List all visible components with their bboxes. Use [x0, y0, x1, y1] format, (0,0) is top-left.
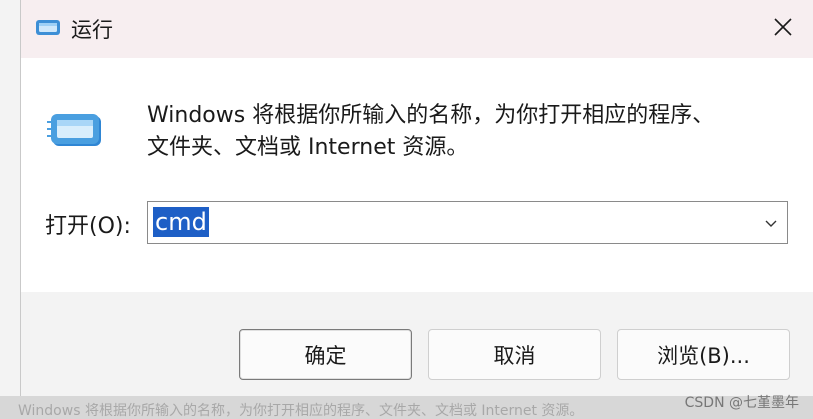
- run-icon: [47, 110, 107, 154]
- button-footer: 确定 取消 浏览(B)...: [21, 292, 813, 396]
- description-line: 文件夹、文档或 Internet 资源。: [147, 135, 469, 160]
- command-input-value[interactable]: cmd: [153, 207, 209, 237]
- chevron-down-icon[interactable]: [763, 215, 779, 231]
- background-window-edge: [0, 0, 20, 419]
- open-label: 打开(O):: [45, 214, 131, 239]
- browse-button[interactable]: 浏览(B)...: [617, 329, 790, 380]
- ok-button[interactable]: 确定: [239, 329, 412, 380]
- title-bar[interactable]: 运行: [21, 0, 813, 58]
- csdn-watermark: CSDN @七堇墨年: [684, 395, 799, 411]
- window-title: 运行: [71, 18, 113, 42]
- close-icon: [773, 17, 793, 41]
- background-ghost-text: Windows 将根据你所输入的名称，为你打开相应的程序、文件夹、文档或 Int…: [18, 403, 584, 419]
- description-text: Windows 将根据你所输入的名称，为你打开相应的程序、 文件夹、文档或 In…: [147, 100, 714, 164]
- run-dialog: 运行 Windows 将根据你所输入的名称，为你打开相应的程序、 文件夹、文档或…: [20, 0, 813, 396]
- description-line: Windows 将根据你所输入的名称，为你打开相应的程序、: [147, 103, 715, 128]
- close-button[interactable]: [753, 0, 813, 58]
- open-combobox[interactable]: cmd: [147, 201, 788, 244]
- run-icon: [35, 18, 61, 38]
- cancel-button[interactable]: 取消: [428, 329, 601, 380]
